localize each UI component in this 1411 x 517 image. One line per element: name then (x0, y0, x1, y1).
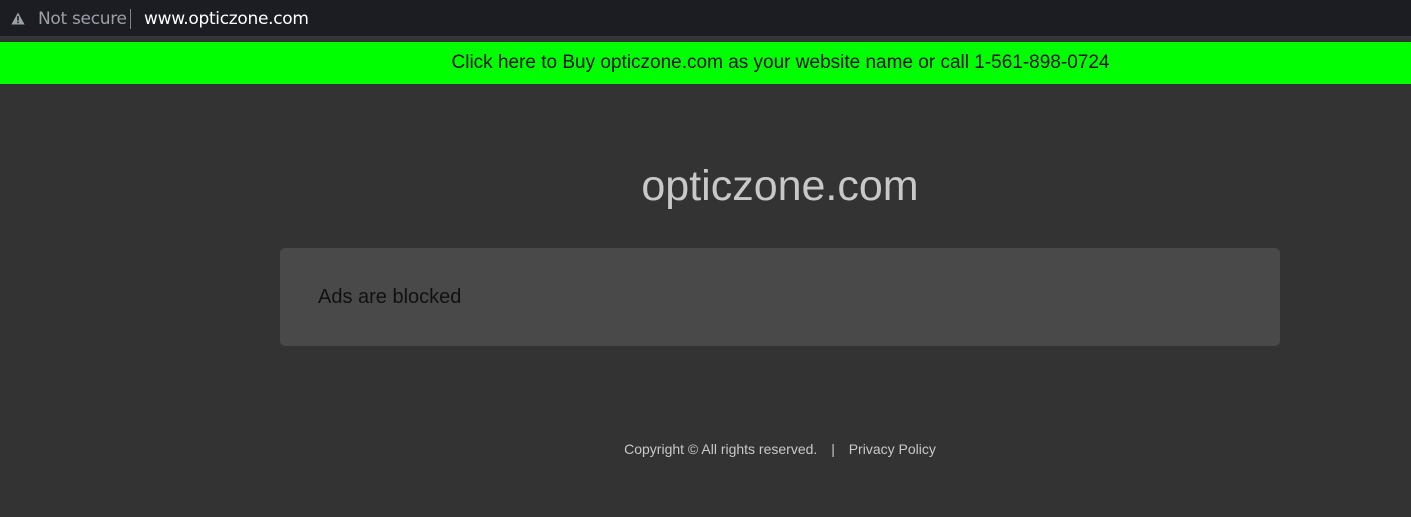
footer: Copyright © All rights reserved. | Priva… (280, 441, 1280, 457)
ads-blocked-message: Ads are blocked (318, 286, 462, 308)
buy-domain-link[interactable]: Click here to Buy opticzone.com as your … (0, 52, 1411, 74)
security-label[interactable]: Not secure (38, 9, 127, 29)
ads-panel: Ads are blocked (280, 248, 1280, 346)
privacy-policy-link[interactable]: Privacy Policy (849, 441, 936, 457)
site-title: opticzone.com (641, 162, 919, 210)
address-divider (130, 9, 131, 29)
footer-separator: | (831, 441, 835, 457)
copyright-text: Copyright © All rights reserved. (624, 441, 818, 457)
buy-domain-banner[interactable]: Click here to Buy opticzone.com as your … (0, 42, 1411, 84)
address-bar[interactable]: Not secure www.opticzone.com (0, 0, 1411, 39)
url-text[interactable]: www.opticzone.com (144, 9, 309, 29)
warning-icon[interactable] (11, 12, 25, 25)
